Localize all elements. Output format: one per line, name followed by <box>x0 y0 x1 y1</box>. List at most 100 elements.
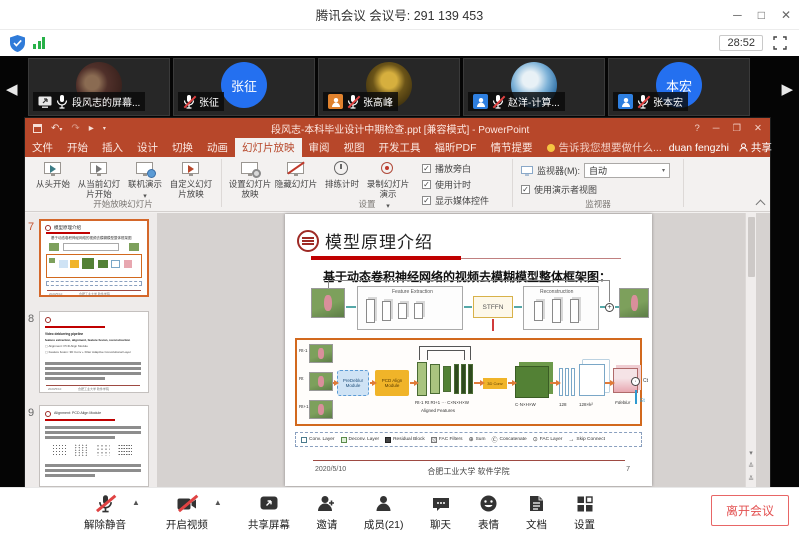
ppt-restore-button[interactable]: ❐ <box>733 123 742 134</box>
stffn-box: STFFN <box>473 296 513 318</box>
settings-button[interactable]: 设置 <box>574 490 596 532</box>
video-options-caret[interactable]: ▲ <box>214 498 222 532</box>
from-beginning-button[interactable]: 从头开始 <box>31 160 75 200</box>
scroll-down-icon[interactable]: ▾ <box>749 449 753 457</box>
avatar-initials: 张征 <box>231 76 257 95</box>
skip-connect-icon: → <box>568 437 574 443</box>
participant-tile[interactable]: 赵洋-计算... <box>463 58 605 116</box>
filmstrip-next-icon[interactable]: ▶ <box>781 80 793 98</box>
reactions-button[interactable]: 表情 <box>478 490 500 532</box>
tab-file[interactable]: 文件 <box>25 138 60 157</box>
sum-node: + <box>605 303 614 312</box>
collapse-ribbon-icon[interactable] <box>756 200 766 210</box>
current-slide[interactable]: 模型原理介绍 基于动态卷积神经网络的视频去模糊模型整体框架图： Feature … <box>285 214 652 486</box>
slide-title: 模型原理介绍 <box>325 228 433 253</box>
slide-subtitle: 基于动态卷积神经网络的视频去模糊模型整体框架图： <box>323 268 611 285</box>
next-slide-icon[interactable]: ≚ <box>748 475 754 483</box>
footer-line <box>313 460 625 461</box>
undo-icon[interactable]: ↶▾ <box>51 123 62 134</box>
3d-conv-box: 3D Conv <box>483 378 507 389</box>
fullscreen-icon[interactable] <box>773 36 787 50</box>
slide-canvas: 模型原理介绍 基于动态卷积神经网络的视频去模糊模型整体框架图： Feature … <box>157 213 760 487</box>
tab-transitions[interactable]: 切换 <box>165 138 200 157</box>
minimize-button[interactable]: ─ <box>733 8 742 22</box>
tell-me-label: 告诉我您想要做什么... <box>559 140 662 155</box>
tab-animations[interactable]: 动画 <box>200 138 235 157</box>
close-button[interactable]: ✕ <box>781 8 791 22</box>
participant-name: 段风志的屏幕... <box>72 94 140 109</box>
from-current-slide-button[interactable]: 从当前幻灯片开始 <box>77 160 121 200</box>
monitor-label: 监视器(M): <box>537 164 580 177</box>
tab-review[interactable]: 审阅 <box>302 138 337 157</box>
lightbulb-icon <box>547 144 555 152</box>
invite-icon <box>316 494 338 514</box>
leave-meeting-button[interactable]: 离开会议 <box>711 495 789 526</box>
ppt-account-name[interactable]: duan fengzhi <box>669 142 729 154</box>
chat-button[interactable]: 聊天 <box>430 490 452 532</box>
tab-home[interactable]: 开始 <box>60 138 95 157</box>
tab-insert[interactable]: 插入 <box>95 138 130 157</box>
network-signal-icon[interactable] <box>33 37 45 49</box>
participant-tile[interactable]: 本宏 张本宏 <box>608 58 750 116</box>
app-titlebar: 腾讯会议 会议号: 291 139 453 ─ □ ✕ <box>0 0 799 30</box>
tell-me-box[interactable]: 告诉我您想要做什么... <box>540 138 669 157</box>
participant-name: 张征 <box>199 94 219 109</box>
tab-design[interactable]: 设计 <box>130 138 165 157</box>
share-button[interactable]: 共享 <box>739 140 772 155</box>
group-label: 设置 <box>222 198 512 210</box>
slide-number: 8 <box>28 313 34 325</box>
slide-8-thumbnail[interactable]: Video deblurring pipeline feature extrac… <box>39 311 149 393</box>
monitor-dropdown[interactable]: 自动▾ <box>584 163 670 178</box>
participant-name: 张本宏 <box>653 94 683 109</box>
university-logo <box>297 230 319 252</box>
conv-layer-icon <box>301 437 307 443</box>
share-screen-button[interactable]: 共享屏幕 <box>248 490 290 532</box>
meeting-stage: ◀ ▶ 段风志的屏幕... 张征 <box>0 56 799 487</box>
frame-thumb <box>309 372 333 391</box>
ribbon-group-setup: 设置幻灯片放映 隐藏幻灯片 排练计时 <box>222 157 512 211</box>
ppt-minimize-button[interactable]: ─ <box>713 123 720 134</box>
maximize-button[interactable]: □ <box>758 8 765 22</box>
slide-7-thumbnail[interactable]: 模型原理介绍 基于动态卷积神经网络的视频去模糊模型整体框架图 <box>39 219 149 297</box>
slide-9-thumbnail[interactable]: Alignment: PCD Align Module <box>39 405 149 487</box>
filmstrip-prev-icon[interactable]: ◀ <box>6 80 18 98</box>
tab-storyboarding[interactable]: 情节提要 <box>484 138 540 157</box>
tab-view[interactable]: 视图 <box>337 138 372 157</box>
meeting-security-shield-icon[interactable] <box>10 35 25 52</box>
tab-slideshow[interactable]: 幻灯片放映 <box>235 138 302 157</box>
ppt-scrollbar[interactable]: ▾ ≙ ≚ <box>745 213 756 487</box>
audio-options-caret[interactable]: ▲ <box>132 498 140 532</box>
unmute-button[interactable]: 解除静音 <box>84 490 126 532</box>
scrollbar-thumb[interactable] <box>748 217 755 277</box>
title-underline <box>311 256 461 260</box>
input-frame-image <box>311 288 345 318</box>
use-presenter-view-checkbox[interactable]: ✓使用演示者视图 <box>513 178 683 196</box>
member-badge-icon <box>473 94 488 109</box>
participant-tile[interactable]: 张高峰 <box>318 58 460 116</box>
use-timings-checkbox[interactable]: ✓使用计时 <box>422 178 489 191</box>
present-online-button[interactable]: 联机演示 ▾ <box>123 160 167 200</box>
play-narrations-checkbox[interactable]: ✓播放旁白 <box>422 162 489 175</box>
ppt-titlebar: ↶▾ ↷ ▸ ▾ 段风志-本科毕业设计中期检查.ppt [兼容模式] - Pow… <box>25 118 770 138</box>
redo-icon[interactable]: ↷ <box>71 123 79 134</box>
participant-tile[interactable]: 张征 张征 <box>173 58 315 116</box>
mic-muted-icon <box>492 95 504 109</box>
group-label: 监视器 <box>513 198 683 210</box>
ppt-help-icon[interactable]: ? <box>694 123 699 134</box>
ppt-close-button[interactable]: ✕ <box>754 123 762 134</box>
fac-filters-icon <box>431 437 437 443</box>
slide-page-number: 7 <box>626 466 630 473</box>
start-video-button[interactable]: 开启视频 <box>166 490 208 532</box>
fac-kernel-cube <box>579 364 605 396</box>
tab-developer[interactable]: 开发工具 <box>372 138 428 157</box>
invite-button[interactable]: 邀请 <box>316 490 338 532</box>
docs-button[interactable]: 文档 <box>526 490 548 532</box>
share-screen-icon <box>258 494 280 514</box>
members-button[interactable]: 成员(21) <box>364 490 404 532</box>
participant-tile[interactable]: 段风志的屏幕... <box>28 58 170 116</box>
previous-slide-icon[interactable]: ≙ <box>748 462 754 470</box>
slideshow-icon[interactable]: ▸ <box>89 123 94 134</box>
tab-foxit-pdf[interactable]: 福昕PDF <box>428 138 484 157</box>
save-icon[interactable] <box>33 124 42 133</box>
custom-slideshow-button[interactable]: 自定义幻灯片放映 <box>169 160 213 200</box>
